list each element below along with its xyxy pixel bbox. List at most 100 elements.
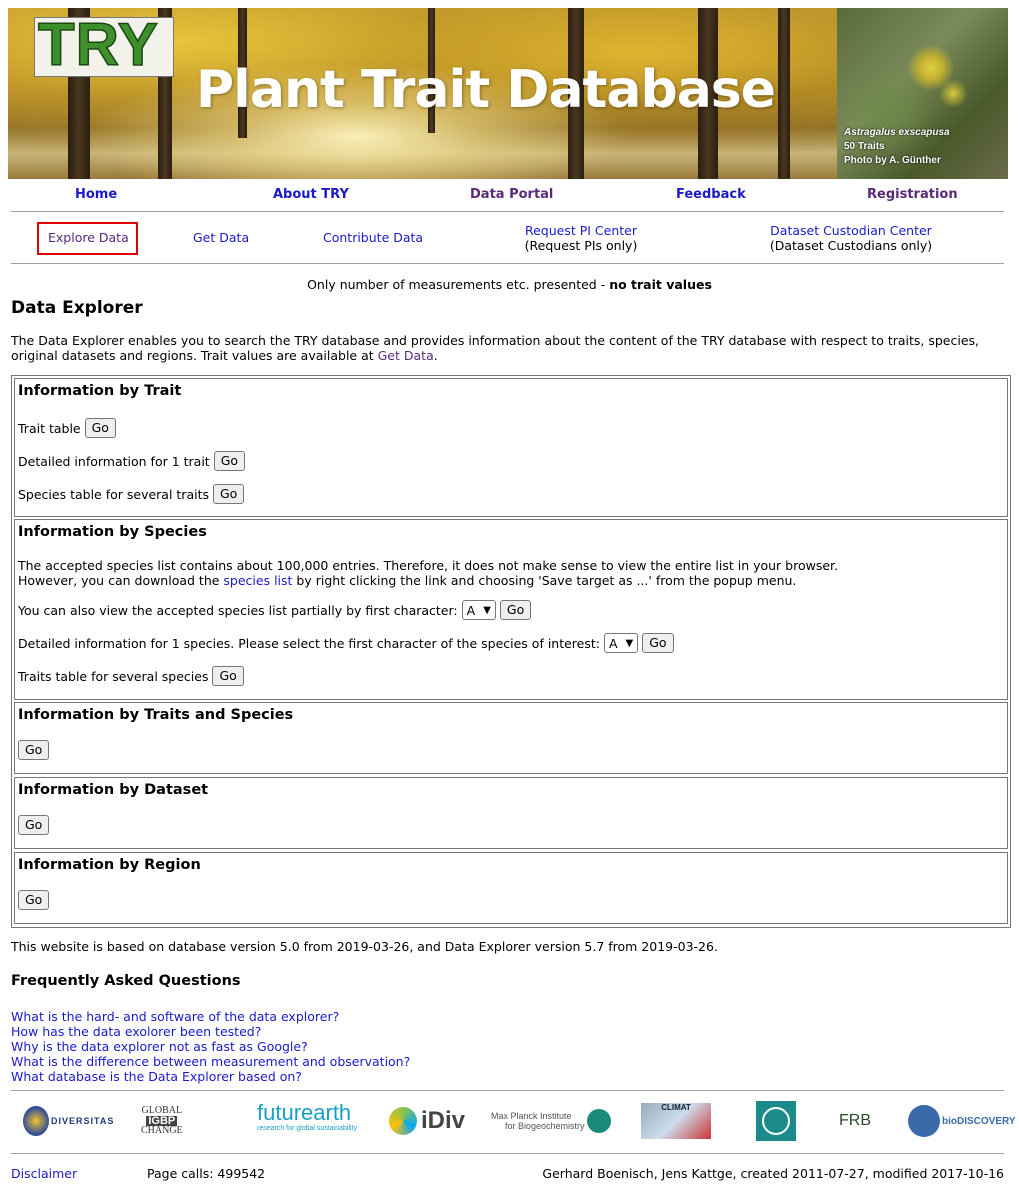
detailed-trait-go-button[interactable]: Go — [213, 451, 246, 471]
notice-bold: no trait values — [609, 277, 712, 292]
faq-link[interactable]: Why is the data explorer not as fast as … — [11, 1039, 410, 1054]
climat-text: CLIMAT — [661, 1103, 691, 1112]
subnav-explore-data[interactable]: Explore Data — [48, 230, 129, 245]
section-region-title: Information by Region — [18, 857, 201, 873]
photo-caption: Astragalus exscapusa 50 Traits Photo by … — [844, 126, 950, 168]
footer-divider — [11, 1153, 1004, 1154]
section-traits-species-title: Information by Traits and Species — [18, 707, 294, 723]
mpi-bgc-logo[interactable]: Max Planck Institute for Biogeochemistry — [491, 1098, 611, 1144]
nav-registration[interactable]: Registration — [867, 187, 958, 202]
species-table-label: Species table for several traits — [18, 486, 209, 502]
climat-logo[interactable]: CLIMAT — [641, 1098, 711, 1144]
chevron-down-icon: ▼ — [483, 604, 491, 616]
mpi-circle-icon — [586, 1109, 611, 1133]
section-dataset: Information by Dataset Go — [14, 777, 1008, 849]
sections-container: Information by Trait Trait table Go Deta… — [11, 375, 1011, 928]
species-table-go-button[interactable]: Go — [213, 484, 245, 504]
faq-link[interactable]: What is the difference between measureme… — [11, 1054, 410, 1069]
detailed-char-value: A — [608, 635, 618, 651]
igbp-logo[interactable]: GLOBAL IGBP CHANGE — [141, 1098, 183, 1144]
idiv-circle-icon — [389, 1107, 417, 1135]
detailed-species-label: Detailed information for 1 species. Plea… — [18, 635, 600, 651]
main-nav: Home About TRY Data Portal Feedback Regi… — [11, 185, 1004, 207]
nav-data-portal[interactable]: Data Portal — [470, 187, 553, 202]
intro-get-data-link[interactable]: Get Data — [378, 348, 434, 363]
photo-caption-traits: 50 Traits — [844, 141, 885, 152]
subnav-dataset-custodian-center[interactable]: Dataset Custodian Center — [766, 223, 936, 238]
partner-circle-logo[interactable] — [756, 1098, 796, 1144]
section-traits-species: Information by Traits and Species Go — [14, 702, 1008, 774]
footer: Disclaimer Page calls: 499542 Gerhard Bo… — [11, 1166, 1004, 1182]
nav-home[interactable]: Home — [75, 187, 117, 202]
faq-list: What is the hard- and software of the da… — [11, 1009, 410, 1084]
intro-end: . — [433, 348, 438, 363]
section-species-title: Information by Species — [18, 524, 207, 540]
section-dataset-title: Information by Dataset — [18, 782, 209, 798]
logos-top-divider — [11, 1090, 1004, 1091]
partner-logos: DIVERSITAS GLOBAL IGBP CHANGE futurearth… — [11, 1098, 1016, 1144]
species-info-line1: The accepted species list contains about… — [18, 558, 839, 573]
subnav-pi-note: (Request PIs only) — [524, 238, 638, 253]
page-calls: Page calls: 499542 — [147, 1166, 266, 1181]
subnav-get-data[interactable]: Get Data — [193, 230, 249, 245]
photo-caption-credit: Photo by A. Günther — [844, 155, 941, 166]
intro-text: The Data Explorer enables you to search … — [11, 333, 980, 363]
biodiscovery-logo[interactable]: bioDISCOVERY — [908, 1098, 1016, 1144]
detailed-char-select[interactable]: A ▼ — [603, 633, 639, 653]
futurearth-text: futurearth — [257, 1100, 352, 1125]
faq-link[interactable]: How has the data exolorer been tested? — [11, 1024, 410, 1039]
detailed-species-go-button[interactable]: Go — [642, 633, 674, 653]
igbp-bot: CHANGE — [141, 1125, 183, 1136]
version-info: This website is based on database versio… — [11, 939, 718, 954]
idiv-text: iDiv — [421, 1107, 466, 1134]
section-trait-title: Information by Trait — [18, 383, 182, 399]
subnav-custodian-note: (Dataset Custodians only) — [769, 238, 933, 253]
frb-logo[interactable]: FRB — [839, 1098, 871, 1144]
notice-line: Only number of measurements etc. present… — [0, 277, 1019, 292]
diversitas-logo[interactable]: DIVERSITAS — [23, 1098, 114, 1144]
traits-species-go-button[interactable]: Go — [18, 740, 50, 760]
nav-about-try[interactable]: About TRY — [273, 187, 349, 202]
partial-char-value: A — [466, 602, 476, 618]
partial-list-label: You can also view the accepted species l… — [18, 602, 458, 618]
partial-char-select[interactable]: A ▼ — [461, 600, 496, 620]
faq-link[interactable]: What is the hard- and software of the da… — [11, 1009, 410, 1024]
idiv-logo[interactable]: iDiv — [389, 1098, 465, 1144]
mpi-line1: Max Planck Institute — [491, 1111, 572, 1121]
nav-divider — [11, 211, 1004, 212]
disclaimer-link[interactable]: Disclaimer — [11, 1166, 77, 1181]
notice-text: Only number of measurements etc. present… — [307, 277, 610, 292]
region-go-button[interactable]: Go — [18, 890, 50, 910]
trait-table-go-button[interactable]: Go — [84, 418, 116, 438]
partial-list-go-button[interactable]: Go — [499, 600, 532, 620]
section-trait: Information by Trait Trait table Go Deta… — [14, 378, 1008, 517]
try-logo-text: TRY — [37, 11, 159, 79]
chevron-down-icon: ▼ — [625, 637, 634, 649]
traits-table-go-button[interactable]: Go — [212, 666, 244, 686]
section-species: Information by Species The accepted spec… — [14, 519, 1008, 700]
biodiscovery-icon — [908, 1105, 940, 1137]
dataset-go-button[interactable]: Go — [18, 815, 50, 835]
faq-link[interactable]: What database is the Data Explorer based… — [11, 1069, 410, 1084]
page-title: Data Explorer — [11, 298, 143, 318]
section-region: Information by Region Go — [14, 852, 1008, 924]
biodiscovery-text: bioDISCOVERY — [942, 1115, 1016, 1127]
footer-credits: Gerhard Boenisch, Jens Kattge, created 2… — [542, 1166, 1004, 1181]
faq-title: Frequently Asked Questions — [11, 973, 241, 989]
futurearth-sub: research for global sustainability — [257, 1125, 357, 1132]
photo-caption-species: Astragalus exscapusa — [844, 127, 950, 138]
diversitas-text: DIVERSITAS — [51, 1116, 115, 1126]
detailed-trait-label: Detailed information for 1 trait — [18, 453, 210, 469]
subnav-request-pi-center[interactable]: Request PI Center — [516, 223, 646, 238]
frb-text: FRB — [839, 1112, 871, 1129]
subnav-contribute-data[interactable]: Contribute Data — [323, 230, 423, 245]
nav-feedback[interactable]: Feedback — [676, 187, 746, 202]
intro-paragraph: The Data Explorer enables you to search … — [11, 333, 1011, 363]
species-list-link[interactable]: species list — [223, 573, 292, 588]
species-info-line2-pre: However, you can download the — [18, 573, 224, 588]
mpi-line2: for Biogeochemistry — [505, 1121, 585, 1131]
sub-nav: Explore Data Get Data Contribute Data Re… — [11, 213, 1004, 261]
futurearth-logo[interactable]: futurearth research for global sustainab… — [257, 1098, 357, 1144]
banner-title: Plant Trait Database — [196, 60, 776, 120]
subnav-divider — [11, 263, 1004, 264]
